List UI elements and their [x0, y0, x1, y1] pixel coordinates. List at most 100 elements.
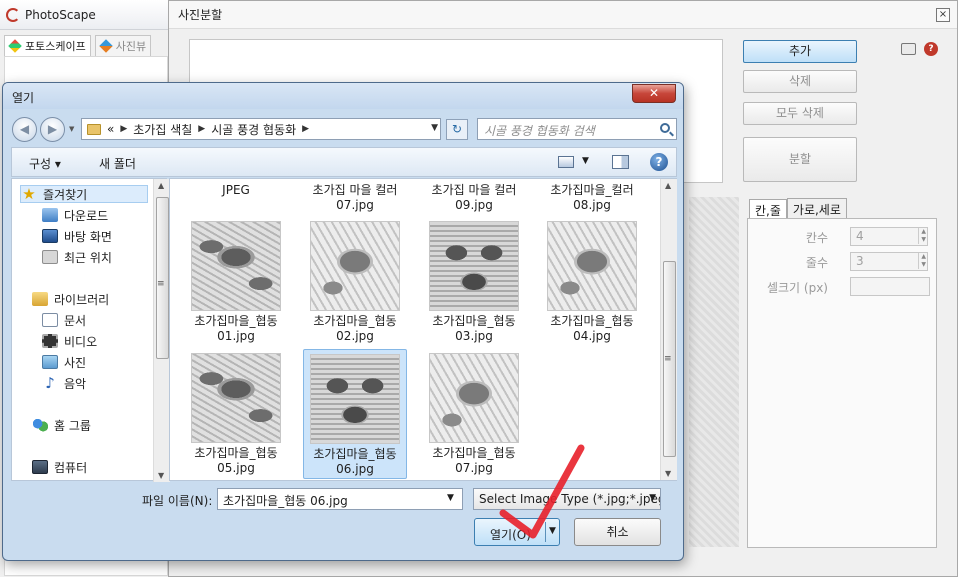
- breadcrumb-item[interactable]: 초가집 색칠: [133, 121, 192, 138]
- file-thumbnail: [547, 221, 637, 311]
- photo-split-close-button[interactable]: ×: [936, 8, 950, 22]
- command-bar: 구성 ▾ 새 폴더 ▼ ?: [11, 147, 677, 177]
- nav-downloads[interactable]: 다운로드: [42, 206, 108, 224]
- address-dropdown-icon[interactable]: ▼: [431, 123, 438, 133]
- refresh-icon[interactable]: ↻: [446, 119, 468, 140]
- nav-desktop[interactable]: 바탕 화면: [42, 227, 112, 245]
- chevron-right-icon[interactable]: ▶: [198, 124, 205, 134]
- filename-input[interactable]: 초가집마을_협동 06.jpg: [217, 488, 463, 510]
- nav-pane-scrollbar[interactable]: ▲ ≡ ▼: [153, 179, 170, 482]
- organize-button[interactable]: 구성 ▾: [29, 155, 61, 172]
- delete-all-button[interactable]: 모두 삭제: [743, 102, 857, 125]
- file-type-select[interactable]: Select Image Type (*.jpg;*.jpeg ▼: [473, 488, 661, 510]
- open-button[interactable]: 열기(O) ▼: [474, 518, 560, 546]
- filename-dropdown-icon[interactable]: ▼: [447, 493, 454, 503]
- view-options-dropdown-icon[interactable]: ▼: [582, 156, 589, 166]
- file-thumbnail: [191, 221, 281, 311]
- search-input[interactable]: 시골 풍경 협동화 검색: [477, 118, 677, 140]
- scroll-up-icon[interactable]: ▲: [158, 181, 164, 190]
- address-bar[interactable]: « ▶ 초가집 색칠 ▶ 시골 풍경 협동화 ▶ ▼: [81, 118, 441, 140]
- music-icon: ♪: [45, 374, 55, 392]
- list-item[interactable]: 초가집 마을 컬러 09.jpg: [422, 183, 526, 213]
- file-list-scrollbar[interactable]: ▲ ≡ ▼: [660, 179, 677, 480]
- filename-label: 파일 이름(N):: [142, 494, 213, 508]
- nav-downloads-label: 다운로드: [64, 208, 109, 223]
- file-item-03[interactable]: 초가집마을_협동 03.jpg: [422, 217, 526, 344]
- scroll-thumb[interactable]: [156, 197, 169, 359]
- scroll-down-icon[interactable]: ▼: [665, 469, 671, 478]
- file-item-05[interactable]: 초가집마을_협동 05.jpg: [184, 349, 288, 476]
- tab-width-height[interactable]: 가로,세로: [786, 198, 847, 220]
- breadcrumb-overflow[interactable]: «: [107, 122, 114, 136]
- nav-libraries-label: 라이브러리: [54, 292, 110, 307]
- cell-size-field[interactable]: [850, 277, 930, 296]
- nav-favorites-label: 즐겨찾기: [43, 187, 88, 202]
- chevron-right-icon[interactable]: ▶: [302, 124, 309, 134]
- split-button[interactable]: 분할: [743, 137, 857, 182]
- file-type-value: Select Image Type (*.jpg;*.jpeg: [479, 492, 661, 506]
- file-name-line1: 초가집마을_협동: [194, 446, 278, 460]
- list-item[interactable]: 초가집 마을 컬러 07.jpg: [303, 183, 407, 213]
- back-button[interactable]: ◀: [12, 117, 37, 142]
- add-button[interactable]: 추가: [743, 40, 857, 63]
- nav-pictures-label: 사진: [64, 355, 87, 370]
- cell-size-row: 셀크기 (px): [748, 277, 938, 297]
- homegroup-icon: [32, 418, 48, 432]
- recent-pages-dropdown[interactable]: ▼: [69, 125, 74, 133]
- photo-split-title: 사진분할: [178, 8, 223, 22]
- file-item-01[interactable]: 초가집마을_협동 01.jpg: [184, 217, 288, 344]
- nav-desktop-label: 바탕 화면: [64, 229, 112, 244]
- folder-icon[interactable]: [901, 43, 916, 55]
- chevron-down-icon[interactable]: ▼: [649, 493, 656, 503]
- file-thumbnail: [310, 221, 400, 311]
- scroll-down-icon[interactable]: ▼: [158, 471, 164, 480]
- rows-stepper[interactable]: 3: [850, 252, 928, 271]
- cancel-button[interactable]: 취소: [574, 518, 661, 546]
- tab-photo-viewer-label: 사진뷰: [115, 39, 147, 53]
- forward-button[interactable]: ▶: [40, 117, 65, 142]
- nav-music[interactable]: ♪ 음악: [42, 374, 86, 392]
- columns-label: 칸수: [805, 231, 828, 245]
- nav-favorites[interactable]: ★ 즐겨찾기: [20, 185, 148, 203]
- star-icon: ★: [22, 185, 36, 203]
- nav-videos[interactable]: 비디오: [42, 332, 97, 350]
- list-item[interactable]: JPEG: [184, 183, 288, 198]
- breadcrumb-item[interactable]: 시골 풍경 협동화: [211, 121, 296, 138]
- nav-documents[interactable]: 문서: [42, 311, 86, 329]
- rows-label: 줄수: [805, 256, 828, 270]
- scroll-up-icon[interactable]: ▲: [665, 181, 671, 190]
- change-view-icon[interactable]: [558, 156, 574, 168]
- nav-recent[interactable]: 최근 위치: [42, 248, 112, 266]
- columns-stepper[interactable]: 4: [850, 227, 928, 246]
- help-icon[interactable]: ?: [924, 42, 938, 56]
- help-icon[interactable]: ?: [650, 153, 668, 171]
- dialog-titlebar: 열기 ✕: [3, 83, 683, 109]
- search-icon[interactable]: [660, 123, 670, 133]
- dialog-close-button[interactable]: ✕: [632, 84, 676, 103]
- open-options-dropdown-icon[interactable]: ▼: [549, 526, 556, 536]
- photoscape-tab-icon: [8, 38, 22, 53]
- delete-button[interactable]: 삭제: [743, 70, 857, 93]
- file-name: 초가집마을_컬러 08.jpg: [550, 183, 634, 212]
- list-item[interactable]: 초가집마을_컬러 08.jpg: [540, 183, 644, 213]
- file-name-line1: 초가집마을_협동: [313, 447, 397, 461]
- file-item-04[interactable]: 초가집마을_협동 04.jpg: [540, 217, 644, 344]
- file-thumbnail: [429, 353, 519, 443]
- nav-pictures[interactable]: 사진: [42, 353, 86, 371]
- video-icon: [42, 334, 58, 348]
- preview-pane-icon[interactable]: [612, 155, 629, 169]
- pictures-icon: [42, 355, 58, 369]
- nav-homegroup[interactable]: 홈 그룹: [32, 416, 91, 434]
- tab-photo-viewer[interactable]: 사진뷰: [94, 34, 152, 56]
- tab-photoscape[interactable]: 포토스케이프: [4, 34, 91, 56]
- photoscape-tabs: 포토스케이프 사진뷰: [4, 34, 152, 56]
- chevron-right-icon[interactable]: ▶: [120, 124, 127, 134]
- nav-libraries[interactable]: 라이브러리: [32, 290, 109, 308]
- file-item-02[interactable]: 초가집마을_협동 02.jpg: [303, 217, 407, 344]
- file-item-07[interactable]: 초가집마을_협동 07.jpg: [422, 349, 526, 476]
- new-folder-button[interactable]: 새 폴더: [99, 155, 136, 172]
- nav-computer[interactable]: 컴퓨터: [32, 458, 87, 476]
- viewer-tab-icon: [98, 38, 113, 53]
- file-item-06-selected[interactable]: 초가집마을_협동 06.jpg: [303, 349, 407, 479]
- file-name-line1: 초가집마을_협동: [432, 446, 516, 460]
